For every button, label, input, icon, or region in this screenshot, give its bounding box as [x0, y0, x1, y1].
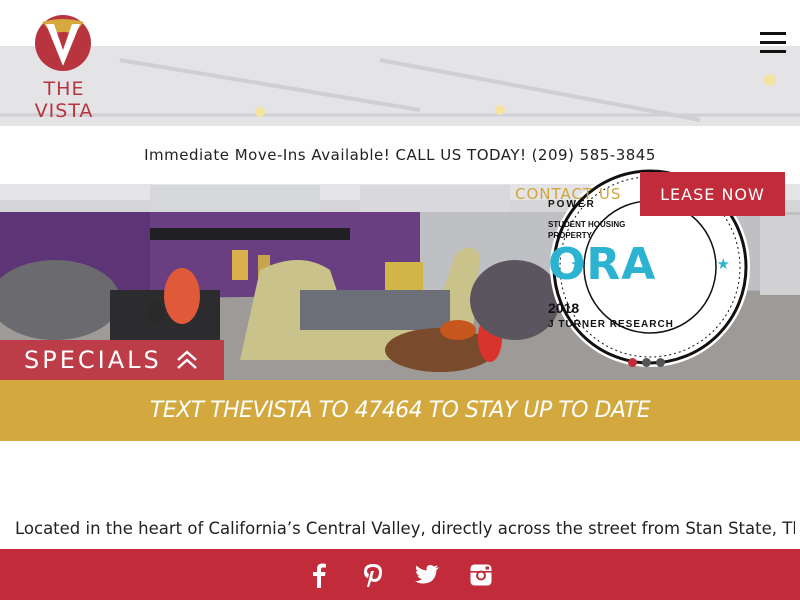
- specials-label: SPECIALS: [24, 346, 162, 374]
- instagram-icon[interactable]: [467, 561, 495, 589]
- lease-now-button[interactable]: LEASE NOW: [640, 172, 785, 216]
- menu-bar: [760, 32, 786, 35]
- badge-line-1: STUDENT HOUSING: [548, 220, 626, 229]
- slider-pagination: [628, 358, 665, 367]
- phone-link[interactable]: (209) 585-3845: [532, 146, 656, 164]
- instagram-glyph-icon: [470, 564, 492, 585]
- slider-dot[interactable]: [642, 358, 651, 367]
- menu-bar: [760, 50, 786, 53]
- pinterest-glyph-icon: [364, 563, 382, 587]
- specials-tab[interactable]: SPECIALS: [0, 340, 224, 380]
- twitter-icon[interactable]: [413, 561, 441, 589]
- facebook-icon[interactable]: [305, 561, 333, 589]
- slider-dot[interactable]: [628, 358, 637, 367]
- badge-year: 2018: [548, 300, 580, 316]
- contact-us-link[interactable]: CONTACT US: [515, 185, 621, 203]
- slider-dot[interactable]: [656, 358, 665, 367]
- facebook-glyph-icon: [313, 563, 326, 588]
- text-signup-label: TEXT THEVISTA TO 47464 TO STAY UP TO DAT…: [149, 398, 651, 423]
- site-logo[interactable]: THE VISTA: [12, 14, 116, 122]
- intro-paragraph: Located in the heart of California’s Cen…: [15, 519, 795, 538]
- hamburger-menu-button[interactable]: [760, 32, 786, 54]
- star-icon: ★: [570, 256, 584, 273]
- badge-bottom-text: J TURNER RESEARCH: [548, 319, 674, 330]
- text-signup-banner[interactable]: TEXT THEVISTA TO 47464 TO STAY UP TO DAT…: [0, 380, 800, 441]
- top-header: [0, 0, 800, 46]
- vista-v-logo-icon: [35, 15, 91, 71]
- star-icon: ★: [716, 256, 730, 273]
- twitter-glyph-icon: [415, 564, 439, 583]
- announcement-text: Immediate Move-Ins Available! CALL US TO…: [144, 146, 527, 164]
- double-chevron-up-icon: [176, 350, 197, 369]
- social-links-bar: [0, 549, 800, 600]
- pinterest-icon[interactable]: [359, 561, 387, 589]
- menu-bar: [760, 41, 786, 44]
- logo-wordmark: THE VISTA: [34, 78, 94, 122]
